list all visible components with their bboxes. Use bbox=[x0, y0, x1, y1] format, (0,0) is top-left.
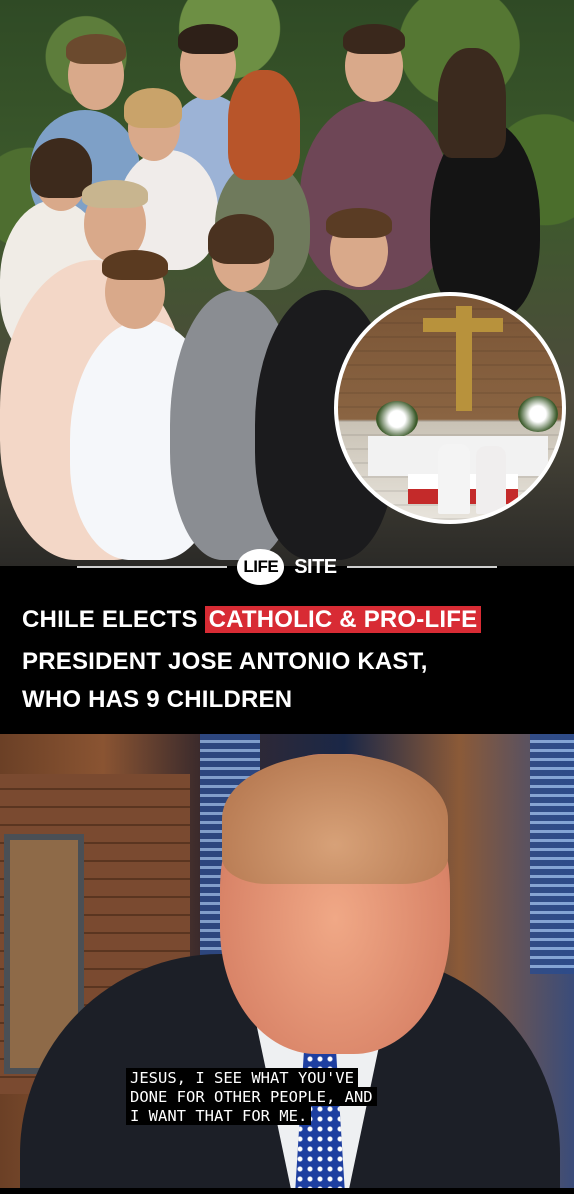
logo-life-badge: LIFE bbox=[237, 549, 285, 585]
caption-line: I WANT THAT FOR ME. bbox=[126, 1106, 312, 1125]
person-hair bbox=[438, 48, 506, 158]
person-hair bbox=[66, 34, 126, 64]
crucifix-arm bbox=[423, 318, 503, 332]
studio-screen bbox=[530, 734, 574, 974]
family-photo bbox=[0, 0, 574, 566]
headline-highlight: CATHOLIC & PRO-LIFE bbox=[204, 606, 482, 633]
headline-panel: CHILE ELECTS CATHOLIC & PRO-LIFE PRESIDE… bbox=[0, 566, 574, 734]
headline-line-2: PRESIDENT JOSE ANTONIO KAST, bbox=[22, 648, 428, 675]
person-hair bbox=[208, 214, 274, 264]
person-hair bbox=[82, 180, 148, 208]
divider-line bbox=[346, 566, 497, 568]
caption-line: DONE FOR OTHER PEOPLE, AND bbox=[126, 1087, 377, 1106]
person-hair bbox=[124, 88, 182, 128]
closed-caption: JESUS, I SEE WHAT YOU'VE DONE FOR OTHER … bbox=[126, 1068, 454, 1125]
headline-line-3: WHO HAS 9 CHILDREN bbox=[22, 686, 293, 713]
kneeling-figure bbox=[476, 446, 506, 514]
headline-line-1: CHILE ELECTS CATHOLIC & PRO-LIFE bbox=[22, 606, 482, 634]
person-hair bbox=[326, 208, 392, 238]
flower-arrangement bbox=[376, 401, 418, 437]
person-hair bbox=[228, 70, 300, 180]
lifesite-logo: LIFE SITE bbox=[0, 545, 574, 589]
caption-line: JESUS, I SEE WHAT YOU'VE bbox=[126, 1068, 358, 1087]
divider-line bbox=[77, 566, 228, 568]
flower-arrangement bbox=[518, 396, 558, 432]
logo-site-text: SITE bbox=[294, 555, 337, 578]
anchor-hair bbox=[222, 754, 448, 884]
person-hair bbox=[178, 24, 238, 54]
chapel-inset-photo bbox=[334, 292, 566, 524]
kneeling-figure bbox=[438, 444, 470, 514]
person-hair bbox=[343, 24, 405, 54]
headline-text: CHILE ELECTS bbox=[22, 606, 205, 633]
person-hair bbox=[102, 250, 168, 280]
